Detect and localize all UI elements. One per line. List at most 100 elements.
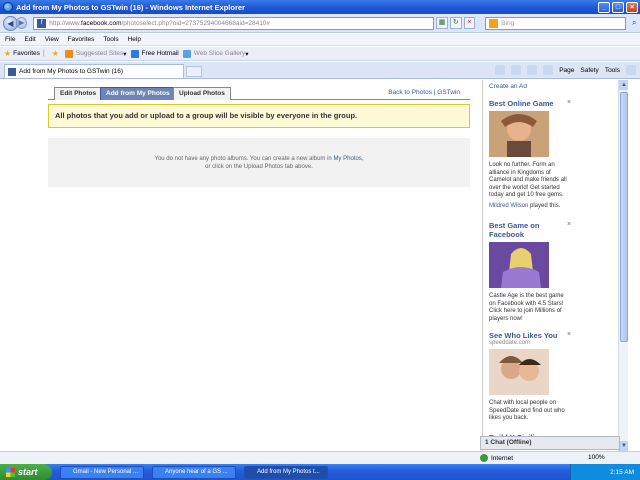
suggested-sites-label: Suggested Sites — [75, 50, 124, 57]
refresh-button[interactable]: ↻ — [449, 17, 462, 29]
forward-button[interactable]: ▶ — [15, 17, 28, 29]
web-slice-label: Web Slice Gallery — [193, 50, 246, 57]
ad-text: Chat with local people on SpeedDate and … — [489, 400, 565, 421]
taskbar-item-gmail[interactable]: Gmail - New Personal ... — [60, 465, 144, 479]
star-icon: ★ — [4, 49, 12, 58]
ie-logo-icon — [3, 2, 13, 12]
free-hotmail-label: Free Hotmail — [141, 50, 179, 57]
tools-menu[interactable]: Tools — [605, 67, 620, 74]
help-icon[interactable] — [626, 65, 636, 75]
photos-main: Edit Photos Add from My Photos Upload Ph… — [48, 86, 470, 187]
windows-logo-icon — [6, 467, 15, 477]
ad-title[interactable]: Best Online Game — [489, 99, 569, 108]
tab-edit-photos[interactable]: Edit Photos — [54, 87, 103, 100]
ad-title[interactable]: Best Game on Facebook — [489, 221, 569, 239]
ad-domain: speeddate.com — [489, 340, 531, 346]
scroll-down-icon[interactable]: ▼ — [619, 441, 628, 451]
feeds-icon[interactable] — [511, 65, 522, 75]
suggested-sites-link[interactable]: Suggested Sites ▾ — [64, 49, 127, 58]
back-to-photos-link[interactable]: Back to Photos | GSTwin — [388, 89, 460, 96]
create-ad-link[interactable]: Create an Ad — [489, 83, 527, 90]
new-tab-button[interactable] — [186, 66, 202, 77]
ad-image-couple[interactable] — [489, 349, 549, 395]
my-photos-link[interactable]: My Photos — [333, 156, 361, 162]
hotmail-icon — [130, 49, 139, 58]
zone-label: Internet — [491, 454, 514, 462]
web-slice-icon — [182, 49, 191, 58]
search-icon[interactable]: ⌕ — [628, 17, 640, 29]
ad-best-game-on-facebook[interactable]: Best Game on Facebook × Castle Age is th… — [489, 221, 571, 323]
ad-best-online-game[interactable]: Best Online Game × Look no further. Form… — [489, 99, 571, 209]
menu-favorites[interactable]: Favorites — [68, 36, 95, 43]
free-hotmail-link[interactable]: Free Hotmail — [130, 49, 179, 58]
clock[interactable]: 2:15 AM — [610, 469, 634, 476]
page-menu[interactable]: Page — [559, 67, 574, 74]
close-ad-icon[interactable]: × — [567, 221, 571, 228]
tab-add-from-my-photos[interactable]: Add from My Photos — [100, 87, 176, 100]
browser-tab[interactable]: Add from My Photos to GSTwin (16) — [4, 64, 184, 78]
safety-menu[interactable]: Safety — [580, 67, 598, 74]
empty-text-1: You do not have any photo albums. You ca… — [154, 156, 332, 162]
address-bar[interactable]: f http://www. facebook.com/photoselect.ph… — [33, 16, 435, 30]
compat-view-button[interactable]: ▦ — [436, 17, 448, 29]
ad-text: Castle Age is the best game on Facebook … — [489, 293, 564, 322]
mail-icon[interactable] — [527, 65, 538, 75]
taskbar-item-facebook[interactable]: Add from My Photos t... — [244, 465, 328, 479]
ad-social: Mildred Wilson played this. — [489, 203, 569, 209]
facebook-page-icon: f — [37, 18, 47, 28]
ad-title[interactable]: See Who Likes You — [489, 331, 569, 340]
menu-view[interactable]: View — [45, 36, 59, 43]
maximize-button[interactable]: □ — [612, 1, 624, 13]
separator: | — [42, 50, 45, 57]
menu-tools[interactable]: Tools — [103, 36, 118, 43]
search-box[interactable]: Bing — [485, 16, 627, 30]
page-viewport: Edit Photos Add from My Photos Upload Ph… — [0, 80, 640, 451]
search-placeholder: Bing — [501, 19, 515, 27]
taskbar-item-forum[interactable]: Anyone hear of a GS ... — [152, 465, 236, 479]
add-favorite-button[interactable]: ★ — [52, 49, 61, 58]
globe-icon — [480, 454, 488, 462]
menu-edit[interactable]: Edit — [24, 36, 35, 43]
chat-bar[interactable]: 1 Chat (Offline) — [480, 436, 620, 450]
friend-name-link[interactable]: Mildred Wilson — [489, 203, 528, 209]
start-button[interactable]: start — [0, 464, 52, 480]
close-ad-icon[interactable]: × — [567, 99, 571, 106]
print-icon[interactable] — [543, 65, 554, 75]
start-label: start — [18, 467, 38, 477]
ad-image-warrior[interactable] — [489, 111, 549, 157]
photo-tabs: Edit Photos Add from My Photos Upload Ph… — [48, 86, 470, 100]
tab-bar: Add from My Photos to GSTwin (16) Page S… — [0, 62, 640, 79]
stop-button[interactable]: × — [463, 17, 476, 29]
played-this-text: played this. — [530, 202, 561, 209]
scroll-up-icon[interactable]: ▲ — [619, 80, 628, 90]
ad-image-fairy[interactable] — [489, 242, 549, 288]
address-toolbar: ◀ ▶ f http://www. facebook.com/photoselec… — [0, 14, 640, 33]
zoom-level[interactable]: 100% — [588, 454, 605, 461]
suggested-sites-icon — [64, 49, 73, 58]
favorites-button[interactable]: ★ Favorites — [4, 49, 40, 58]
security-zone[interactable]: Internet — [480, 454, 513, 462]
menu-file[interactable]: File — [5, 36, 15, 43]
ads-sidebar: Create an Ad Best Online Game × Look no … — [482, 80, 628, 451]
page-scrollbar[interactable]: ▲ ▼ — [618, 80, 628, 451]
facebook-tab-icon — [8, 67, 16, 76]
system-tray: 2:15 AM — [570, 464, 640, 480]
ad-see-who-likes-you[interactable]: See Who Likes You × speeddate.com Chat w… — [489, 331, 571, 423]
tab-label: Add from My Photos to GSTwin (16) — [19, 68, 124, 75]
url-host: facebook.com — [81, 19, 122, 27]
empty-text-comma: , — [361, 156, 364, 162]
minimize-button[interactable]: _ — [598, 1, 610, 13]
home-icon[interactable] — [495, 65, 506, 75]
status-bar: Internet 100% — [0, 451, 640, 464]
menu-help[interactable]: Help — [128, 36, 141, 43]
windows-taskbar: start Gmail - New Personal ... Anyone he… — [0, 464, 640, 480]
close-ad-icon[interactable]: × — [567, 331, 571, 338]
group-visibility-notice: All photos that you add or upload to a g… — [48, 104, 470, 128]
web-slice-gallery-link[interactable]: Web Slice Gallery ▾ — [182, 49, 249, 58]
favorites-bar: ★ Favorites | ★ Suggested Sites ▾ Free H… — [0, 47, 640, 61]
close-button[interactable]: × — [626, 1, 638, 13]
empty-text-2: or click on the Upload Photos tab above. — [205, 164, 313, 170]
tab-upload-photos[interactable]: Upload Photos — [173, 87, 231, 100]
scroll-thumb[interactable] — [620, 92, 628, 342]
ad-text: Look no further. Form an alliance in Kin… — [489, 162, 567, 198]
